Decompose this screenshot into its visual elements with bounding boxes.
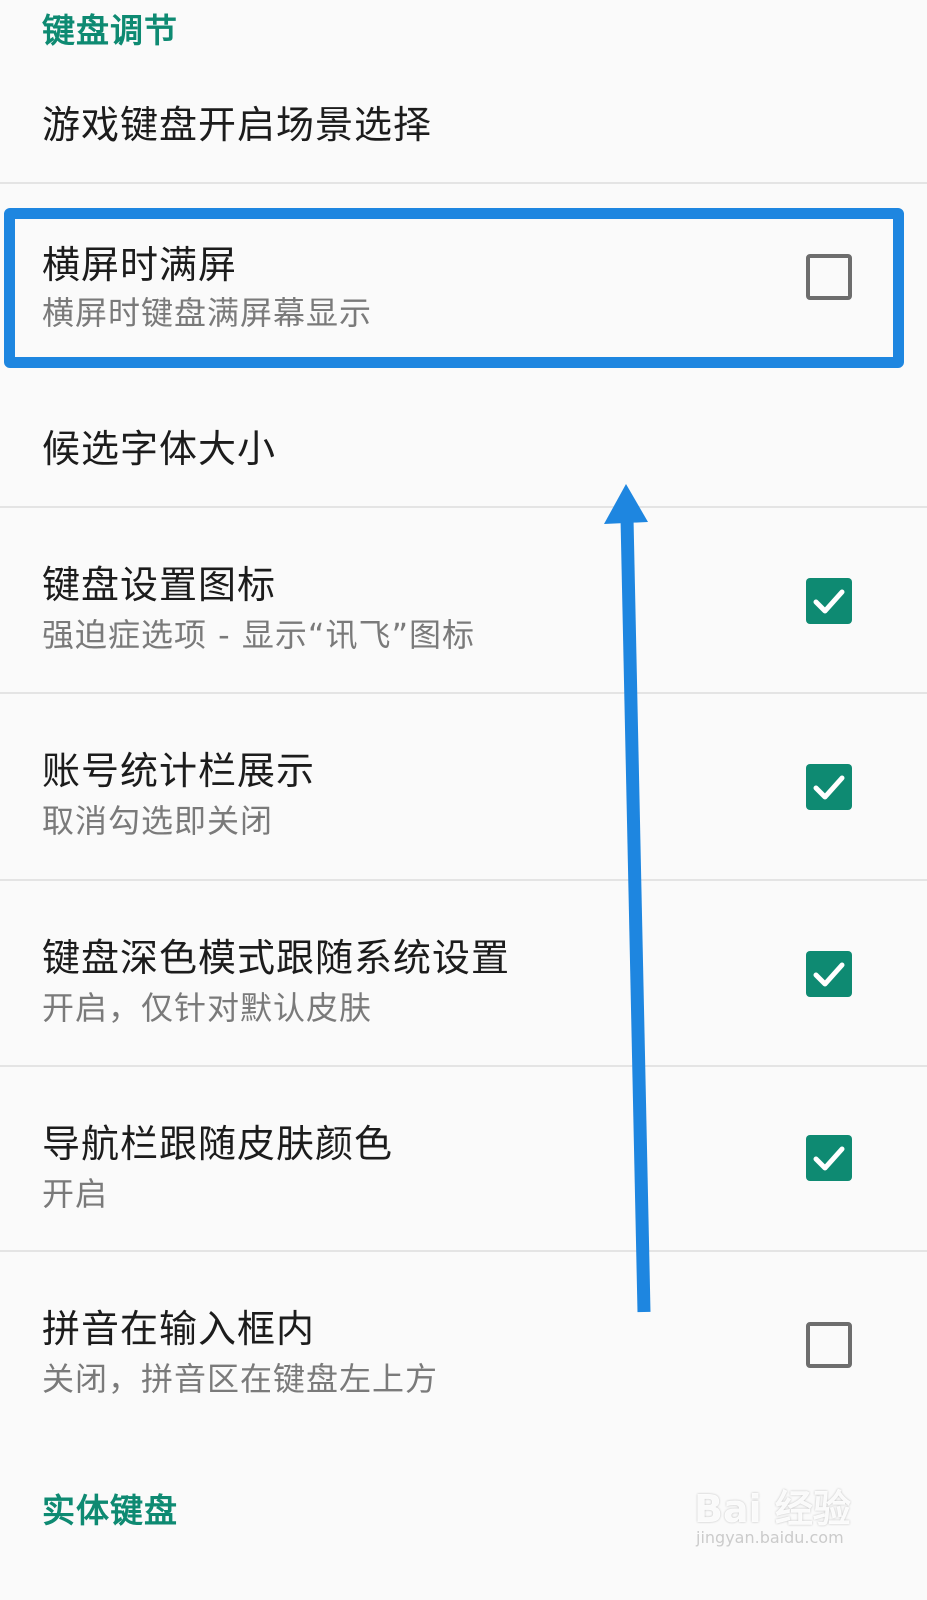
checkmark-icon [813,775,845,800]
keyboard-icon-checkbox[interactable] [806,578,852,624]
landscape-fullscreen-checkbox[interactable] [806,254,852,300]
setting-title: 横屏时满屏 [42,243,238,287]
setting-title: 键盘设置图标 [42,563,277,607]
setting-nav-bar-follow-skin[interactable]: 导航栏跟随皮肤颜色 开启 [0,1067,927,1251]
section-header-keyboard-adjust: 键盘调节 [42,11,178,50]
setting-account-stats-bar[interactable]: 账号统计栏展示 取消勾选即关闭 [0,694,927,880]
setting-title: 账号统计栏展示 [42,749,316,793]
setting-subtitle: 强迫症选项 - 显示“讯飞”图标 [42,616,476,654]
setting-title: 游戏键盘开启场景选择 [42,103,433,147]
setting-landscape-fullscreen[interactable]: 横屏时满屏 横屏时键盘满屏幕显示 [0,210,927,370]
checkmark-icon [813,1146,845,1171]
setting-title: 候选字体大小 [42,427,277,471]
account-stats-checkbox[interactable] [806,764,852,810]
setting-title: 导航栏跟随皮肤颜色 [42,1122,394,1166]
setting-title: 拼音在输入框内 [42,1307,316,1351]
setting-game-keyboard-scene[interactable]: 游戏键盘开启场景选择 [0,62,927,182]
setting-title: 键盘深色模式跟随系统设置 [42,936,511,980]
setting-candidate-font-size[interactable]: 候选字体大小 [0,378,927,506]
checkmark-icon [813,962,845,987]
section-header-physical-keyboard: 实体键盘 [42,1491,178,1530]
watermark-url: jingyan.baidu.com [696,1528,844,1547]
divider [0,182,927,184]
setting-pinyin-in-input-box[interactable]: 拼音在输入框内 关闭，拼音区在键盘左上方 [0,1252,927,1436]
watermark-brand: Bai 经验 [694,1487,851,1531]
dark-mode-checkbox[interactable] [806,951,852,997]
settings-page: 键盘调节 游戏键盘开启场景选择 横屏时满屏 横屏时键盘满屏幕显示 候选字体大小 … [0,0,927,1600]
setting-dark-mode-follow-system[interactable]: 键盘深色模式跟随系统设置 开启，仅针对默认皮肤 [0,881,927,1065]
setting-subtitle: 开启，仅针对默认皮肤 [42,989,373,1027]
setting-keyboard-icon[interactable]: 键盘设置图标 强迫症选项 - 显示“讯飞”图标 [0,508,927,692]
setting-subtitle: 横屏时键盘满屏幕显示 [42,294,373,332]
checkmark-icon [813,589,845,614]
setting-subtitle: 取消勾选即关闭 [42,802,274,840]
baidu-jingyan-watermark: Bai 经验 jingyan.baidu.com [694,1470,864,1560]
nav-bar-checkbox[interactable] [806,1135,852,1181]
pinyin-in-input-checkbox[interactable] [806,1322,852,1368]
setting-subtitle: 开启 [42,1175,109,1213]
setting-subtitle: 关闭，拼音区在键盘左上方 [42,1360,439,1398]
